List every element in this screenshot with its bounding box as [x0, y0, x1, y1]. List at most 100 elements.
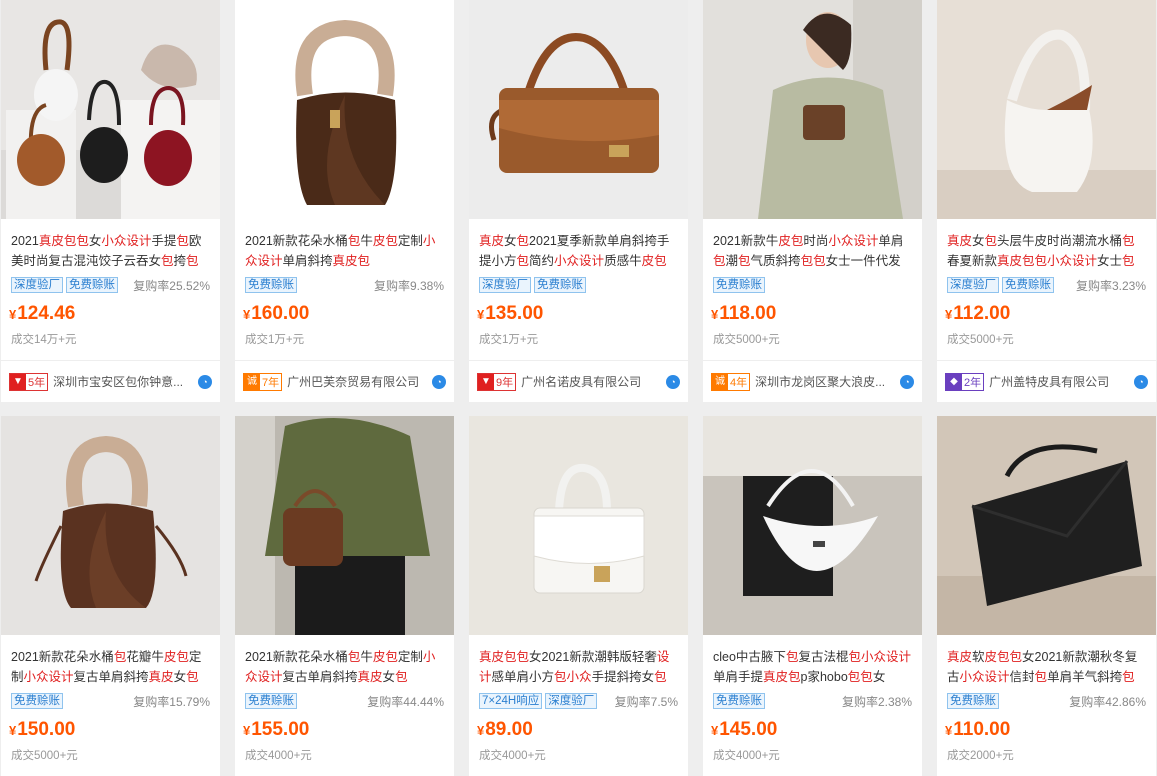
product-title[interactable]: 2021新款花朵水桶包牛皮包定制小众设计单肩斜挎真皮包: [245, 231, 444, 271]
shop-info[interactable]: ▼ 9年 广州名诺皮具有限公司 ◔: [469, 360, 688, 402]
title-keyword: 包: [161, 254, 174, 268]
product-image[interactable]: [235, 0, 454, 219]
product-card[interactable]: 2021新款花朵水桶包花瓣牛皮包定制小众设计复古单肩斜挎真皮女包 免费赊账 复购率…: [1, 416, 220, 776]
years-text: 4年: [730, 376, 748, 389]
product-image[interactable]: [1, 0, 220, 219]
price-value: 118.00: [719, 303, 777, 324]
product-title[interactable]: 2021新款牛皮包时尚小众设计单肩包潮包气质斜挎包包女士一件代发: [713, 231, 912, 271]
title-keyword: 真皮包: [332, 254, 371, 268]
product-price: ¥155.00: [243, 719, 444, 741]
chat-icon[interactable]: ◔: [1134, 374, 1148, 389]
title-text: 潮: [725, 254, 739, 268]
product-image[interactable]: [469, 0, 688, 219]
deal-volume: 成交5000+元: [947, 334, 1014, 346]
shop-badge-icon: 诚: [244, 373, 260, 390]
shop-badge-icon: ◆: [946, 373, 962, 390]
product-card[interactable]: 真皮女包头层牛皮时尚潮流水桶包春夏新款真皮包包小众设计女士包 深度验厂 免费赊账复…: [937, 0, 1156, 402]
title-keyword: 小众设计: [554, 254, 605, 268]
product-card[interactable]: 2021新款花朵水桶包牛皮包定制小众设计单肩斜挎真皮包 免费赊账 复购率9.38%…: [235, 0, 454, 402]
product-title[interactable]: 真皮女包2021夏季新款单肩斜挎手提小方包简约小众设计质感牛皮包: [479, 231, 678, 271]
shop-info[interactable]: ◆ 2年 广州盖特皮具有限公司 ◔: [937, 360, 1156, 402]
chat-icon[interactable]: ◔: [198, 374, 212, 389]
product-image[interactable]: [703, 0, 922, 219]
currency-symbol: ¥: [711, 723, 719, 738]
product-grid: 2021真皮包包女小众设计手提包欧美时尚复古混沌饺子云吞女包挎包 深度验厂 免费赊…: [0, 0, 1157, 776]
title-keyword: 包: [113, 650, 127, 664]
currency-symbol: ¥: [477, 723, 485, 738]
years-badge: 诚 7年: [243, 372, 283, 391]
title-text: 单肩手提: [713, 670, 764, 684]
repurchase-rate: 复购率44.44%: [367, 695, 444, 709]
title-keyword: 真皮: [947, 650, 973, 664]
title-keyword: 包: [176, 234, 189, 248]
price-value: 110.00: [953, 719, 1011, 740]
currency-symbol: ¥: [9, 723, 17, 738]
title-keyword: 真皮包包: [38, 234, 89, 248]
chat-icon[interactable]: ◔: [900, 374, 914, 389]
price-value: 150.00: [17, 719, 76, 740]
product-price: ¥135.00: [477, 303, 678, 325]
product-image[interactable]: [235, 416, 454, 635]
title-keyword: 小众设计: [101, 234, 152, 248]
product-image[interactable]: [703, 416, 922, 635]
title-keyword: 皮包包: [984, 650, 1023, 664]
title-text: 复古单肩斜挎: [73, 670, 149, 684]
title-text: p家hobo: [800, 670, 848, 684]
shop-info[interactable]: 诚 4年 深圳市龙岗区聚大浪皮... ◔: [703, 360, 922, 402]
product-image[interactable]: [937, 416, 1156, 635]
product-image[interactable]: [1, 416, 220, 635]
shop-name[interactable]: 广州巴芙奈贸易有限公司: [287, 373, 428, 390]
service-tag: 免费赊账: [534, 277, 586, 293]
product-card[interactable]: 2021新款牛皮包时尚小众设计单肩包潮包气质斜挎包包女士一件代发 免费赊账 ¥1…: [703, 0, 922, 402]
product-card[interactable]: 真皮包包女2021新款潮韩版轻奢设计感单肩小方包小众手提斜挎女包 7×24H响应…: [469, 416, 688, 776]
product-price: ¥89.00: [477, 719, 678, 741]
title-keyword: 包: [1122, 670, 1135, 684]
product-card[interactable]: 真皮女包2021夏季新款单肩斜挎手提小方包简约小众设计质感牛皮包 深度验厂 免费赊…: [469, 0, 688, 402]
shop-name[interactable]: 深圳市龙岗区聚大浪皮...: [755, 373, 896, 390]
years-text: 2年: [964, 376, 982, 389]
product-title[interactable]: cleo中古腋下包复古法棍包小众设计单肩手提真皮包p家hobo包包女: [713, 647, 912, 687]
currency-symbol: ¥: [945, 723, 953, 738]
deal-volume: 成交4000+元: [245, 750, 312, 762]
shop-name[interactable]: 广州盖特皮具有限公司: [989, 373, 1130, 390]
product-card[interactable]: 2021新款花朵水桶包牛皮包定制小众设计复古单肩斜挎真皮女包 免费赊账 复购率44…: [235, 416, 454, 776]
title-keyword: 皮包: [778, 234, 804, 248]
price-value: 124.46: [17, 303, 76, 324]
title-keyword: 包: [738, 254, 751, 268]
title-text: 女: [88, 234, 102, 248]
title-keyword: 真皮包: [763, 670, 801, 684]
product-title[interactable]: 2021真皮包包女小众设计手提包欧美时尚复古混沌饺子云吞女包挎包: [11, 231, 210, 271]
title-keyword: 皮包: [163, 650, 189, 664]
product-title[interactable]: 2021新款花朵水桶包花瓣牛皮包定制小众设计复古单肩斜挎真皮女包: [11, 647, 210, 687]
repurchase-rate: 复购率42.86%: [1069, 695, 1146, 709]
title-keyword: 包: [1034, 670, 1048, 684]
title-keyword: 皮包: [372, 234, 398, 248]
shop-info[interactable]: ▼ 5年 深圳市宝安区包你钟意... ◔: [1, 360, 220, 402]
product-title[interactable]: 2021新款花朵水桶包牛皮包定制小众设计复古单肩斜挎真皮女包: [245, 647, 444, 687]
product-image[interactable]: [937, 0, 1156, 219]
product-title[interactable]: 真皮软皮包包女2021新款潮秋冬复古小众设计信封包单肩羊气斜挎包: [947, 647, 1146, 687]
shop-badge-icon: 诚: [712, 373, 728, 390]
product-image[interactable]: [469, 416, 688, 635]
title-text: 单肩斜挎: [282, 254, 333, 268]
title-keyword: 小众设计: [23, 670, 74, 684]
title-text: 定制: [397, 234, 423, 248]
title-keyword: 包: [848, 650, 861, 664]
title-keyword: 包: [785, 650, 799, 664]
title-text: 质感牛: [604, 254, 642, 268]
shop-info[interactable]: 诚 7年 广州巴芙奈贸易有限公司 ◔: [235, 360, 454, 402]
shop-name[interactable]: 深圳市宝安区包你钟意...: [53, 373, 194, 390]
chat-icon[interactable]: ◔: [432, 374, 446, 389]
title-keyword: 皮包: [372, 650, 398, 664]
chat-icon[interactable]: ◔: [666, 374, 680, 389]
shop-name[interactable]: 广州名诺皮具有限公司: [521, 373, 662, 390]
product-price: ¥145.00: [711, 719, 912, 741]
title-text: 牛: [360, 650, 373, 664]
product-title[interactable]: 真皮包包女2021新款潮韩版轻奢设计感单肩小方包小众手提斜挎女包: [479, 647, 678, 687]
product-card[interactable]: 真皮软皮包包女2021新款潮秋冬复古小众设计信封包单肩羊气斜挎包 免费赊账 复购率…: [937, 416, 1156, 776]
product-price: ¥150.00: [9, 719, 210, 741]
product-title[interactable]: 真皮女包头层牛皮时尚潮流水桶包春夏新款真皮包包小众设计女士包: [947, 231, 1146, 271]
product-card[interactable]: 2021真皮包包女小众设计手提包欧美时尚复古混沌饺子云吞女包挎包 深度验厂 免费赊…: [1, 0, 220, 402]
title-keyword: 包: [186, 670, 199, 684]
product-card[interactable]: cleo中古腋下包复古法棍包小众设计单肩手提真皮包p家hobo包包女 免费赊账复…: [703, 416, 922, 776]
